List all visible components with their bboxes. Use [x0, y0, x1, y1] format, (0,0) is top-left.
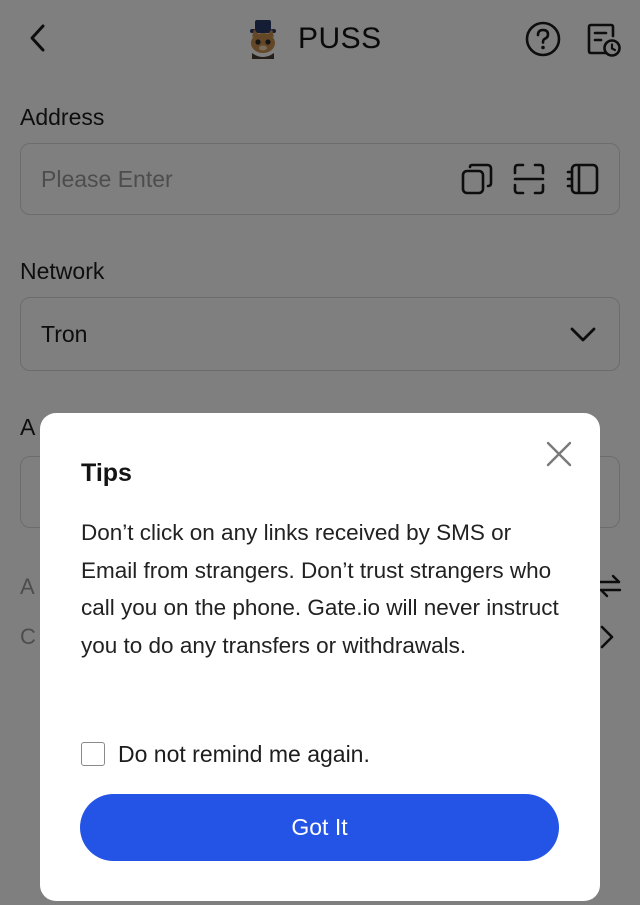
modal-message: Don’t click on any links received by SMS…: [81, 520, 559, 658]
withdraw-page: PUSS Address Please Enter: [0, 0, 640, 905]
close-button[interactable]: [542, 437, 576, 471]
remind-label: Do not remind me again.: [118, 740, 370, 767]
tips-modal: Tips Don’t click on any links received b…: [40, 413, 600, 901]
close-icon: [546, 441, 572, 467]
remind-option[interactable]: Do not remind me again.: [81, 739, 370, 769]
remind-checkbox[interactable]: [81, 742, 105, 766]
modal-title: Tips: [81, 459, 132, 487]
got-it-button[interactable]: Got It: [80, 794, 559, 861]
